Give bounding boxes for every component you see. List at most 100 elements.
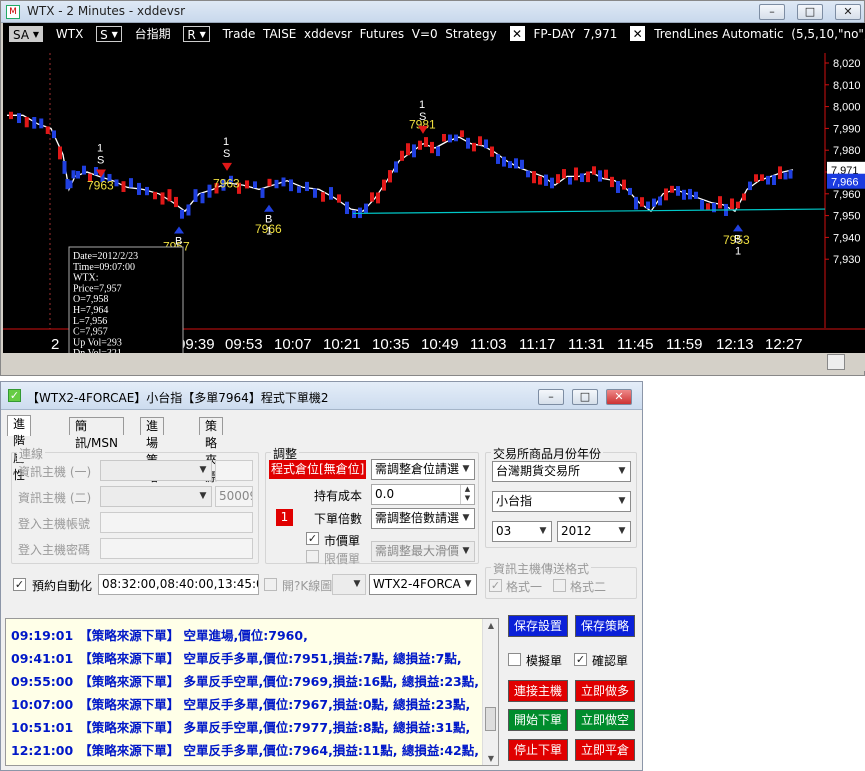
candle-bar — [186, 204, 191, 216]
candle-bar — [574, 167, 578, 181]
minimize-button[interactable]: – — [538, 389, 564, 405]
scrollbar-thumb[interactable] — [827, 354, 845, 370]
sell-signal-number: 1 — [223, 136, 229, 148]
month-select[interactable]: 03 ▼ — [492, 521, 552, 542]
host2-label: 資訊主機 (二) — [18, 491, 92, 505]
slippage-select[interactable]: 需調整最大滑價 ▼ — [371, 541, 475, 562]
host2-port-field[interactable]: 50009 — [215, 486, 253, 507]
candle-bar — [610, 176, 614, 188]
connection-group: 連線 資訊主機 (一) ▼ 資訊主機 (二) ▼ 50009 登入主機帳號 登入… — [11, 445, 259, 564]
multiplier-select[interactable]: 需調整倍數請選 ▼ — [371, 508, 475, 529]
close-icon[interactable]: ✕ — [630, 26, 646, 41]
auto-schedule-checkbox[interactable]: ✓ — [13, 578, 26, 591]
strategy-select[interactable]: WTX2-4FORCA ▼ — [369, 574, 477, 595]
stop-order-button[interactable]: 停止下單 — [508, 739, 568, 761]
order-titlebar[interactable]: ✓ 【WTX2-4FORCAE】小台指【多單7964】程式下單機2 – □ ✕ — [1, 382, 642, 410]
candle-bar — [200, 192, 205, 204]
candle-bar — [364, 203, 368, 214]
host1-select[interactable]: ▼ — [100, 460, 212, 481]
exchange-select[interactable]: 台灣期貨交易所 ▼ — [492, 461, 631, 482]
candle-bar — [460, 130, 464, 138]
tab-advanced[interactable]: 進階屬性 — [7, 415, 32, 482]
candle-bar — [71, 170, 76, 179]
save-strategy-button[interactable]: 保存策略 — [575, 615, 635, 637]
sell-now-button[interactable]: 立即做空 — [575, 709, 635, 731]
close-button[interactable]: ✕ — [606, 389, 632, 405]
candle-bar — [592, 166, 596, 175]
close-icon[interactable]: ✕ — [509, 26, 525, 41]
chevron-down-icon: ▼ — [32, 30, 40, 39]
price-tick-label: 8,010 — [833, 80, 861, 92]
tooltip-line: O=7,958 — [73, 294, 108, 305]
sell-signal-number: 1 — [419, 99, 425, 111]
spinner-arrows-icon[interactable]: ▲ ▼ — [460, 485, 474, 504]
candle-bar — [742, 193, 746, 201]
flatten-now-button[interactable]: 立即平倉 — [575, 739, 635, 761]
scroll-down-icon[interactable]: ▼ — [483, 754, 498, 763]
tab-strategy-source[interactable]: 策略來源 — [199, 417, 224, 484]
price-tick-label: 8,020 — [833, 58, 861, 70]
chart-horizontal-scrollbar[interactable] — [3, 353, 865, 371]
tab-entry-strategy[interactable]: 進場策略 — [140, 417, 165, 484]
position-select[interactable]: 需調整倉位請選 ▼ — [371, 459, 475, 480]
buy-now-button[interactable]: 立即做多 — [575, 680, 635, 702]
maximize-button[interactable]: □ — [572, 389, 598, 405]
trendlines-indicator[interactable]: ✕TrendLines Automatic (5,5,10,"no",red,c… — [630, 26, 865, 42]
order-log[interactable]: 09:19:01 【策略來源下單】 空單進場,價位:7960, 09:41:01 【策… — [5, 618, 499, 766]
close-price-line — [7, 114, 794, 213]
connect-host-button[interactable]: 連接主機 — [508, 680, 568, 702]
save-settings-button[interactable]: 保存設置 — [508, 615, 568, 637]
scroll-up-icon[interactable]: ▲ — [483, 621, 498, 630]
price-annotation: 7963 — [87, 178, 114, 192]
r-dropdown[interactable]: R ▼ — [183, 26, 210, 42]
account-field[interactable] — [100, 512, 253, 533]
time-tick-label: 12:13 — [716, 336, 754, 353]
kline-select[interactable]: ▼ — [332, 574, 366, 595]
host2-select[interactable]: ▼ — [100, 486, 212, 507]
candle-bar — [748, 181, 752, 191]
candle-bar — [436, 146, 440, 157]
minimize-button[interactable]: – — [759, 4, 785, 20]
candle-bar — [45, 126, 50, 134]
time-tick-label: 10:35 — [372, 336, 410, 353]
log-time: 09:55:00 — [11, 674, 74, 689]
format1-checkbox[interactable]: ✓ — [489, 579, 502, 592]
password-field[interactable] — [100, 538, 253, 559]
candle-bar — [245, 180, 249, 189]
chart-titlebar[interactable]: M WTX - 2 Minutes - xddevsr – □ ✕ — [1, 1, 864, 23]
chart-toolbar: SA ▼ WTX S ▼ 台指期 R ▼ Trade TAISE xddevsr… — [9, 26, 865, 44]
limit-order-checkbox[interactable] — [306, 550, 319, 563]
product-select[interactable]: 小台指 ▼ — [492, 491, 631, 512]
close-button[interactable]: ✕ — [835, 4, 861, 20]
candle-bar — [712, 202, 716, 213]
chevron-down-icon: ▼ — [199, 30, 206, 39]
simulate-checkbox[interactable] — [508, 653, 521, 666]
candle-bar — [550, 177, 554, 189]
toolbar-items: Trade TAISE xddevsr Futures V=0 Strategy — [222, 27, 497, 41]
log-scrollbar[interactable]: ▲ ▼ — [482, 619, 498, 765]
tooltip-line: Up Vol=293 — [73, 337, 122, 348]
format2-checkbox[interactable] — [553, 579, 566, 592]
sa-dropdown[interactable]: SA ▼ — [9, 26, 44, 42]
schedule-times-input[interactable]: 08:32:00,08:40:00,13:45:00 — [98, 574, 259, 595]
market-order-checkbox[interactable]: ✓ — [306, 532, 319, 545]
candle-bar — [24, 116, 29, 128]
cost-input[interactable]: 0.0 ▲ ▼ — [371, 484, 475, 505]
price-chart[interactable]: 8,0208,0108,0007,9907,9807,9707,9607,950… — [3, 23, 865, 353]
fp-day-indicator[interactable]: ✕ FP-DAY 7,971 — [509, 26, 617, 42]
log-scroll-thumb[interactable] — [485, 707, 496, 731]
year-select[interactable]: 2012 ▼ — [557, 521, 631, 542]
s-dropdown[interactable]: S ▼ — [96, 26, 122, 42]
candle-bar — [628, 187, 632, 196]
start-order-button[interactable]: 開始下單 — [508, 709, 568, 731]
confirm-checkbox[interactable]: ✓ — [574, 653, 587, 666]
host1-port-field[interactable] — [215, 460, 253, 481]
kline-checkbox[interactable] — [264, 578, 277, 591]
tab-sms-msn[interactable]: 簡訊/MSN — [69, 417, 124, 450]
maximize-button[interactable]: □ — [797, 4, 823, 20]
candle-bar — [730, 198, 734, 210]
log-text: 【策略來源下單】 空單進場,價位:7960, — [79, 628, 308, 643]
log-line: 12:21:00 【策略來源下單】 空單反手多單,價位:7964,損益:11點, … — [11, 740, 479, 759]
candle-bar — [586, 171, 590, 183]
log-text: 【策略來源下單】 空單反手多單,價位:7967,損益:0點, 總損益:23點, — [79, 697, 471, 712]
